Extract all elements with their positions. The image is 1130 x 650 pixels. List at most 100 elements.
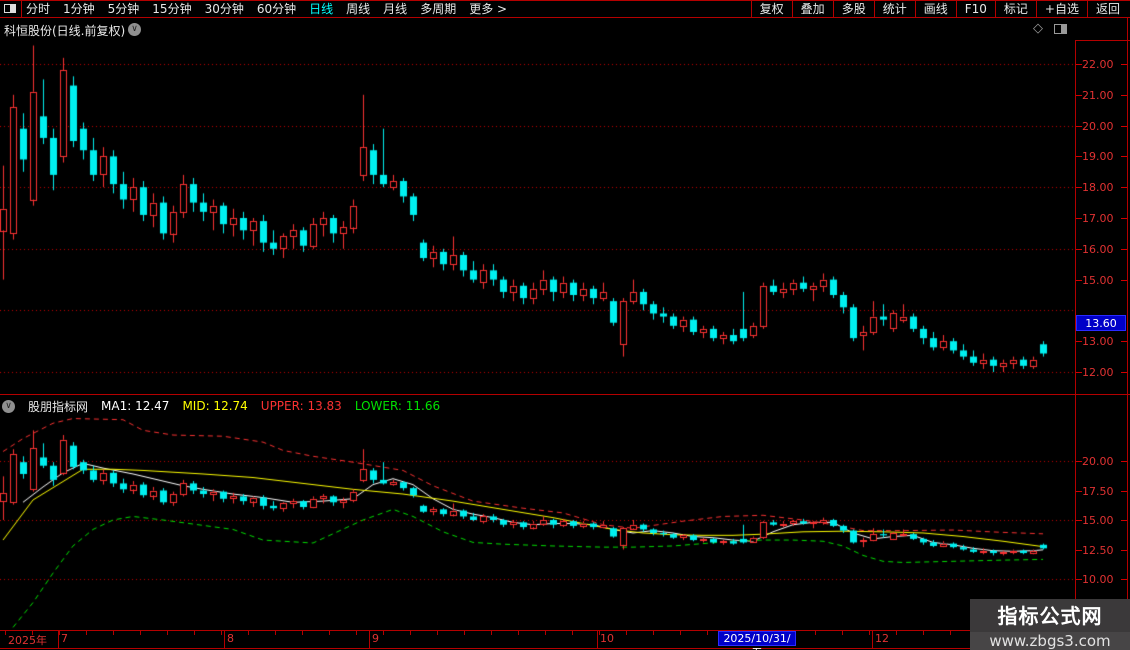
trading-app-window: 分时 1分钟 5分钟 15分钟 30分钟 60分钟 日线 周线 月线 多周期 更多 > 复权 叠加 多股…: [0, 0, 1130, 650]
price-axis-label: 18.00: [1082, 181, 1114, 194]
axis-minor-tick: [842, 631, 843, 635]
axis-minor-tick: [518, 631, 519, 635]
axis-minor-tick: [626, 631, 627, 635]
axis-tick: [1121, 249, 1127, 250]
price-axis-label: 10.00: [1082, 573, 1114, 586]
main-candlestick-chart[interactable]: [0, 40, 1075, 396]
period-menu-item[interactable]: 60分钟: [257, 1, 296, 17]
axis-minor-tick: [5, 631, 6, 635]
axis-month-divider: [597, 631, 598, 648]
price-axis-label: 15.00: [1082, 514, 1114, 527]
page-title: 科恒股份(日线.前复权): [4, 24, 126, 38]
axis-tick: [1076, 550, 1082, 551]
axis-minor-tick: [221, 631, 222, 635]
tools-menu-item[interactable]: 画线: [914, 1, 956, 17]
axis-tick: [1076, 520, 1082, 521]
axis-minor-tick: [59, 631, 60, 635]
period-menu-item[interactable]: 更多 >: [469, 1, 507, 17]
axis-tick: [1121, 491, 1127, 492]
panel-separator[interactable]: [0, 394, 1130, 395]
price-axis-label: 19.00: [1082, 150, 1114, 163]
period-menu-item[interactable]: 周线: [346, 1, 370, 17]
axis-tick: [1121, 156, 1127, 157]
tools-menu-item[interactable]: 统计: [873, 1, 915, 17]
tools-menu-item[interactable]: 复权: [750, 1, 792, 17]
axis-minor-tick: [437, 631, 438, 635]
indicator-value-upper: UPPER: 13.83: [260, 399, 342, 413]
split-pane-icon: [4, 4, 16, 13]
indicator-value-lower: LOWER: 11.66: [354, 399, 441, 413]
axis-minor-tick: [32, 631, 33, 635]
axis-tick: [1076, 341, 1082, 342]
price-axis-label: 17.50: [1082, 485, 1114, 498]
tools-menu-item[interactable]: 标记: [994, 1, 1036, 17]
indicator-band-chart[interactable]: [0, 397, 1075, 630]
period-menu-item[interactable]: 5分钟: [108, 1, 140, 17]
price-axis-label: 20.00: [1082, 455, 1114, 468]
axis-minor-tick: [572, 631, 573, 635]
site-watermark: 指标公式网 www.zbgs3.com: [970, 599, 1130, 650]
axis-tick: [1121, 187, 1127, 188]
title-bar: 科恒股份(日线.前复权) ∨ ◇: [0, 18, 1130, 40]
tools-menu-item[interactable]: 返回: [1086, 1, 1128, 17]
time-axis[interactable]: 2025年 7 8 9 10 12 2025/10/31/五: [0, 630, 1130, 650]
axis-tick: [1076, 461, 1082, 462]
price-axis-label: 15.00: [1082, 274, 1114, 287]
period-menu-item[interactable]: 多周期: [420, 1, 456, 17]
axis-tick: [1121, 461, 1127, 462]
layout-pane-button[interactable]: [0, 1, 22, 17]
period-menu-item[interactable]: 月线: [383, 1, 407, 17]
axis-minor-tick: [140, 631, 141, 635]
axis-minor-tick: [869, 631, 870, 635]
axis-minor-tick: [464, 631, 465, 635]
axis-tick: [1121, 126, 1127, 127]
indicator-header: ∨ 股朋指标网 MA1: 12.47 MID: 12.74 UPPER: 13.83…: [2, 398, 441, 415]
indicator-value-mid: MID: 12.74: [182, 399, 248, 413]
frame-line: [1075, 40, 1130, 41]
period-menu-item[interactable]: 30分钟: [205, 1, 244, 17]
price-axis-label: 12.00: [1082, 366, 1114, 379]
axis-minor-tick: [923, 631, 924, 635]
period-menu-item[interactable]: 日线: [309, 1, 333, 17]
axis-month-divider: [872, 631, 873, 648]
axis-tick: [1121, 95, 1127, 96]
indicator-name[interactable]: 股朋指标网: [28, 398, 88, 415]
tools-menu-item[interactable]: 叠加: [791, 1, 833, 17]
axis-tick: [1076, 249, 1082, 250]
axis-minor-tick: [680, 631, 681, 635]
axis-month-divider: [369, 631, 370, 648]
period-menu-item[interactable]: 分时: [26, 1, 50, 17]
axis-minor-tick: [86, 631, 87, 635]
period-menu-item[interactable]: 15分钟: [152, 1, 191, 17]
split-pane-icon[interactable]: [1054, 24, 1067, 34]
axis-top-border: [0, 630, 1130, 631]
axis-border: [1075, 40, 1076, 648]
diamond-icon[interactable]: ◇: [1033, 22, 1043, 36]
axis-month-divider: [224, 631, 225, 648]
axis-month-label: 8: [227, 632, 234, 645]
price-axis-label: 22.00: [1082, 58, 1114, 71]
axis-minor-tick: [410, 631, 411, 635]
tools-menu-item[interactable]: F10: [955, 1, 995, 17]
axis-minor-tick: [491, 631, 492, 635]
chevron-down-circle-icon[interactable]: ∨: [2, 399, 15, 413]
crosshair-date-badge: 2025/10/31/五: [718, 631, 796, 650]
axis-minor-tick: [275, 631, 276, 635]
tools-menu-item[interactable]: 多股: [832, 1, 874, 17]
tools-menu-item[interactable]: +自选: [1035, 1, 1087, 17]
axis-minor-tick: [194, 631, 195, 635]
axis-minor-tick: [302, 631, 303, 635]
axis-bottom-border: [0, 648, 1130, 649]
price-axis-label: 16.00: [1082, 243, 1114, 256]
price-axis-label: 21.00: [1082, 89, 1114, 102]
chevron-down-circle-icon[interactable]: ∨: [128, 23, 141, 36]
axis-minor-tick: [896, 631, 897, 635]
axis-tick: [1076, 95, 1082, 96]
period-menu-item[interactable]: 1分钟: [63, 1, 95, 17]
period-menu: 分时 1分钟 5分钟 15分钟 30分钟 60分钟 日线 周线 月线 多周期 更多 >: [26, 1, 507, 17]
tools-menu: 复权 叠加 多股 统计 画线 F10 标记 +自选 返回: [750, 1, 1128, 17]
axis-minor-tick: [329, 631, 330, 635]
right-border: [1127, 18, 1128, 650]
axis-minor-tick: [383, 631, 384, 635]
axis-minor-tick: [707, 631, 708, 635]
